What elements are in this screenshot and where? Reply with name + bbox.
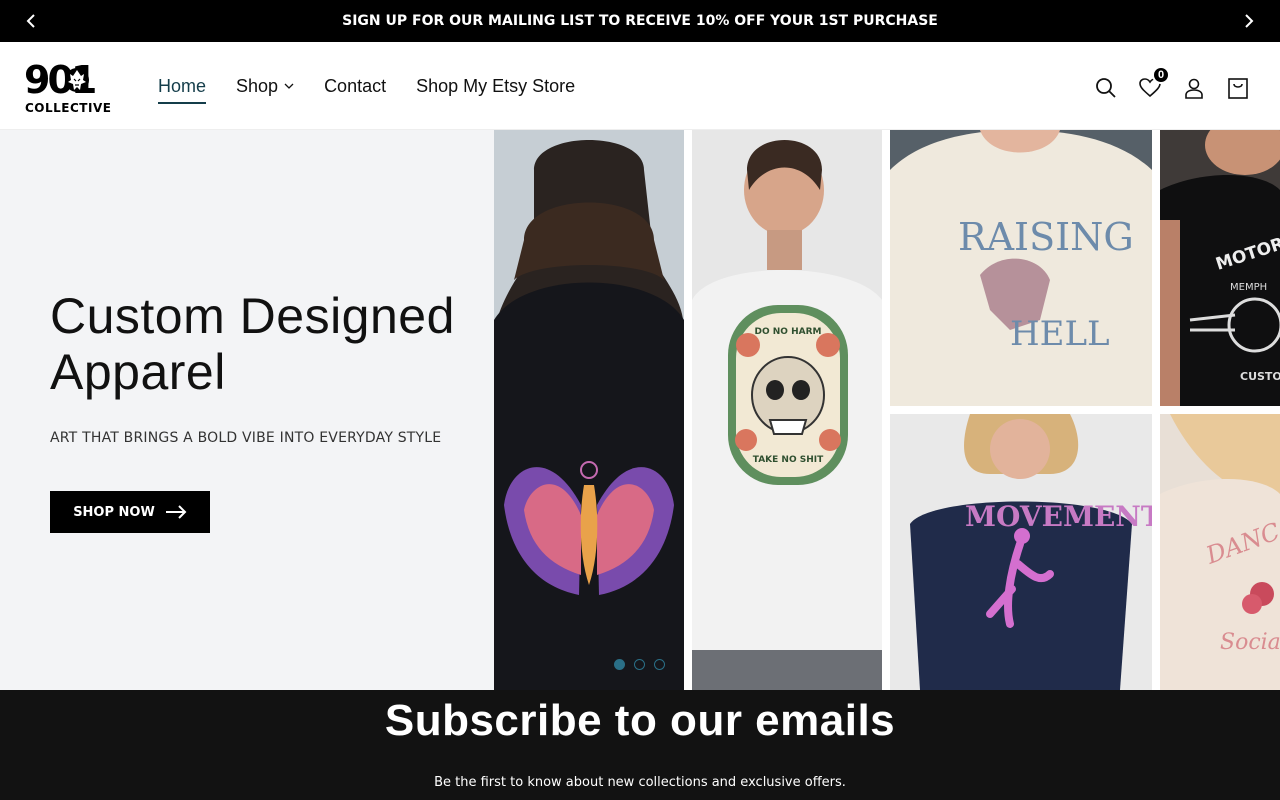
- collage-movement-tee-image: MOVEMENT: [890, 414, 1152, 690]
- hero-title-line1: Custom Designed: [50, 288, 455, 344]
- memphis-text: MEMPH: [1230, 282, 1267, 293]
- skull-bottom-text: TAKE NO SHIT: [753, 455, 824, 465]
- skull-top-text: DO NO HARM: [755, 327, 822, 337]
- hero-title-line2: Apparel: [50, 344, 226, 400]
- account-icon[interactable]: [1182, 76, 1206, 100]
- nav-shop-label: Shop: [236, 76, 279, 96]
- raising-text: RAISING: [958, 215, 1134, 259]
- nav-home-label: Home: [158, 76, 207, 96]
- collage-dance-sweatshirt-image: DANC Socia: [1160, 414, 1280, 690]
- movement-text: MOVEMENT: [965, 500, 1152, 533]
- shop-now-label: SHOP NOW: [73, 504, 155, 520]
- nav-etsy-store[interactable]: Shop My Etsy Store: [416, 74, 575, 98]
- hero-text: Custom Designed Apparel ART THAT BRINGS …: [50, 288, 480, 446]
- collage-motorcycle-tee-image: MOTORC MEMPH CUSTOM: [1160, 130, 1280, 406]
- hero-title: Custom Designed Apparel: [50, 288, 480, 400]
- logo-wordmark: COLLECTIVE: [25, 101, 112, 115]
- subscribe-title: Subscribe to our emails: [384, 696, 896, 745]
- collage-raising-hell-image: RAISING HELL: [890, 130, 1152, 406]
- chevron-right-icon[interactable]: [1238, 11, 1258, 31]
- collage-skull-tee-image: DO NO HARM TAKE NO SHIT: [692, 130, 882, 690]
- subscribe-text: Be the first to know about new collectio…: [434, 775, 846, 790]
- arrow-right-icon: [165, 505, 187, 519]
- nav-contact-label: Contact: [324, 76, 387, 96]
- slideshow-dots: [614, 659, 674, 670]
- logo[interactable]: 901 COLLECTIVE: [24, 60, 124, 116]
- site-header: 901 COLLECTIVE Home Shop Contact Shop My…: [0, 42, 1280, 130]
- header-icons: 0: [1074, 66, 1250, 100]
- announcement-text: SIGN UP FOR OUR MAILING LIST TO RECEIVE …: [342, 13, 938, 29]
- subscribe-section: Subscribe to our emails Be the first to …: [0, 690, 1280, 800]
- slide-dot-1[interactable]: [614, 659, 625, 670]
- nav-etsy-label: Shop My Etsy Store: [416, 76, 576, 96]
- custom-text: CUSTOM: [1240, 370, 1280, 383]
- nav-contact[interactable]: Contact: [324, 74, 386, 98]
- cart-icon[interactable]: [1226, 76, 1250, 100]
- search-icon[interactable]: [1094, 76, 1118, 100]
- slide-dot-2[interactable]: [634, 659, 645, 670]
- hell-text: HELL: [1010, 314, 1110, 354]
- hero-banner: Custom Designed Apparel ART THAT BRINGS …: [0, 130, 1280, 690]
- nav-home[interactable]: Home: [158, 74, 207, 104]
- nav-shop[interactable]: Shop: [236, 74, 294, 98]
- chevron-left-icon[interactable]: [22, 11, 42, 31]
- collage-hoodie-image: [494, 130, 684, 690]
- slide-dot-3[interactable]: [654, 659, 665, 670]
- announcement-bar: SIGN UP FOR OUR MAILING LIST TO RECEIVE …: [0, 0, 1280, 42]
- chevron-down-icon: [284, 83, 294, 89]
- lion-logo-icon: [65, 68, 89, 92]
- product-collage: DO NO HARM TAKE NO SHIT RAISING HELL MOT…: [494, 130, 1280, 690]
- main-nav: Home Shop Contact Shop My Etsy Store: [158, 74, 605, 104]
- heart-icon[interactable]: 0: [1138, 66, 1170, 100]
- wishlist-count-badge: 0: [1152, 66, 1170, 84]
- social-text: Socia: [1220, 630, 1280, 655]
- hero-subtitle: ART THAT BRINGS A BOLD VIBE INTO EVERYDA…: [50, 430, 442, 446]
- shop-now-button[interactable]: SHOP NOW: [50, 491, 210, 533]
